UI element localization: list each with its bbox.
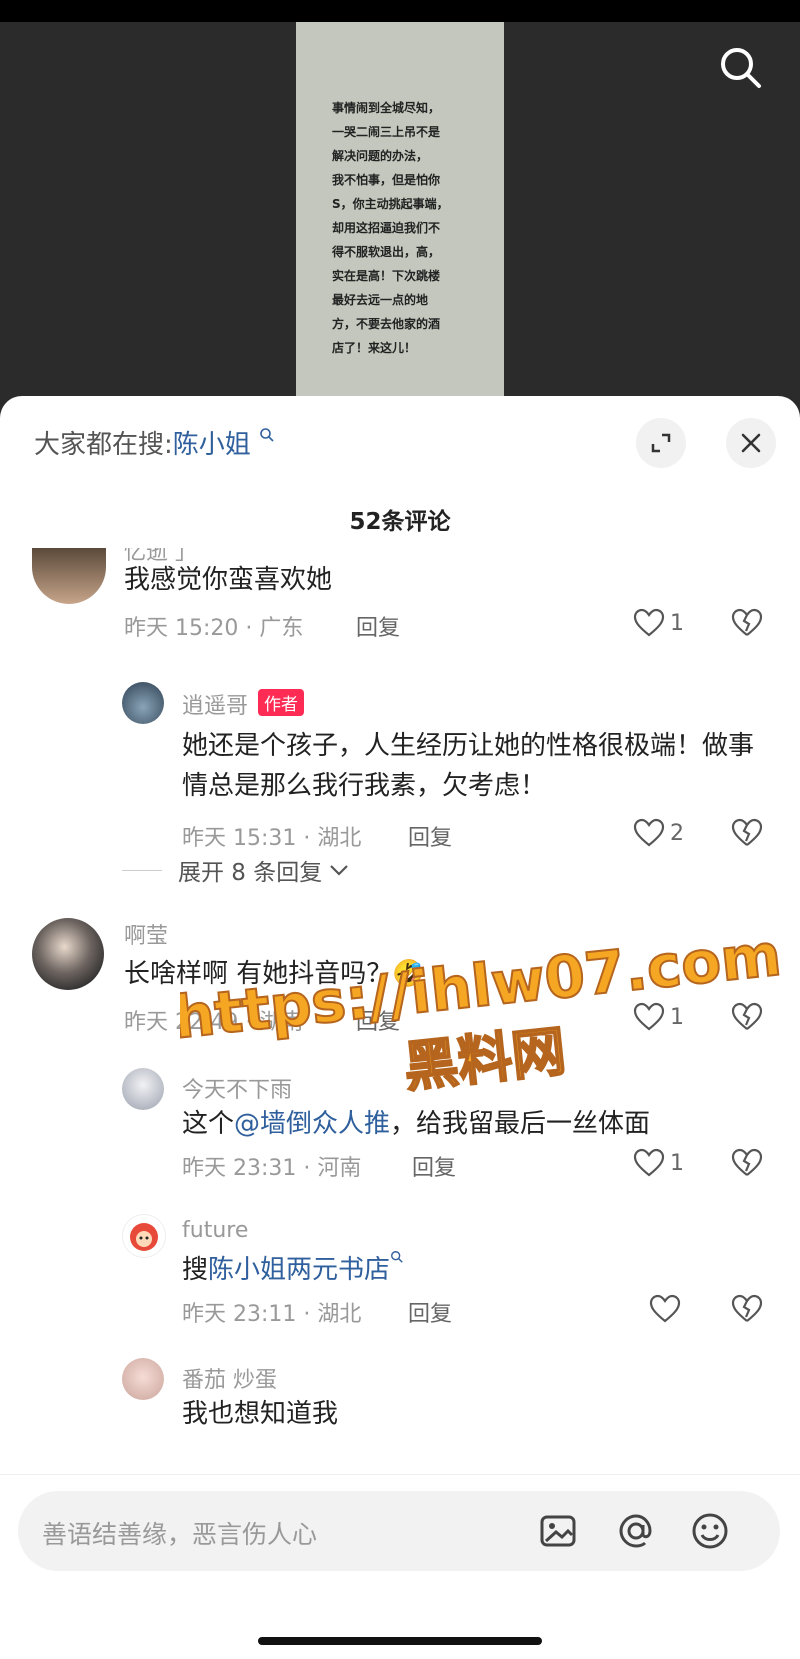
close-button[interactable] xyxy=(726,418,776,468)
avatar[interactable] xyxy=(32,918,104,990)
hot-search-prefix: 大家都在搜: xyxy=(34,430,173,460)
author-badge: 作者 xyxy=(258,689,305,716)
avatar[interactable] xyxy=(32,548,106,604)
search-small-icon xyxy=(260,428,274,442)
reply-text-prefix: 这个 xyxy=(182,1109,235,1139)
heart-icon[interactable] xyxy=(648,1294,682,1324)
expand-replies-button[interactable]: 展开 8 条回复 xyxy=(122,853,350,887)
reply-meta: 昨天 23:11 · 湖北 xyxy=(182,1302,362,1327)
image-icon[interactable] xyxy=(538,1511,578,1551)
hot-search-term[interactable]: 陈小姐 xyxy=(173,430,251,460)
video-overlay-text: 事情闹到全城尽知， 一哭二闹三上吊不是 解决问题的办法， 我不怕事，但是怕你 S… xyxy=(332,101,449,355)
avatar[interactable] xyxy=(122,682,164,724)
at-icon[interactable] xyxy=(616,1511,656,1551)
comment-input-bar: 善语结善缘，恶言伤人心 xyxy=(0,1474,800,1659)
divider xyxy=(122,869,162,871)
reply-text: 她还是个孩子，人生经历让她的性格很极端！做事情总是那么我行我素，欠考虑！ xyxy=(182,731,755,801)
broken-heart-icon[interactable] xyxy=(730,1294,764,1324)
reply-button[interactable]: 回复 xyxy=(408,1296,452,1328)
hot-search-bar[interactable]: 大家都在搜:陈小姐 xyxy=(34,424,275,461)
reply-username[interactable]: 番茄 炒蛋 xyxy=(182,1362,277,1394)
comment-username[interactable]: 啊莹 xyxy=(124,918,168,950)
search-link[interactable]: 陈小姐两元书店 xyxy=(208,1255,390,1285)
comment-input[interactable]: 善语结善缘，恶言伤人心 xyxy=(18,1491,780,1571)
reply-meta: 昨天 15:31 · 湖北 xyxy=(182,826,362,851)
reply-button[interactable]: 回复 xyxy=(408,820,452,852)
status-bar xyxy=(0,0,800,22)
like-button[interactable]: 1 xyxy=(632,1148,684,1178)
expand-icon xyxy=(651,433,671,453)
comment-input-placeholder: 善语结善缘，恶言伤人心 xyxy=(42,1520,318,1549)
reply-username[interactable]: 逍遥哥 作者 xyxy=(182,688,305,720)
broken-heart-icon[interactable] xyxy=(730,608,764,638)
expand-button[interactable] xyxy=(636,418,686,468)
like-button[interactable]: 1 xyxy=(632,608,684,638)
avatar[interactable] xyxy=(122,1358,164,1400)
cartoon-avatar-icon xyxy=(130,1223,158,1251)
reply-button[interactable]: 回复 xyxy=(412,1150,456,1182)
comment-meta: 昨天 15:20 · 广东 xyxy=(124,616,304,641)
reply-meta: 昨天 23:31 · 河南 xyxy=(182,1156,362,1181)
reply-username[interactable]: future xyxy=(182,1218,248,1243)
like-count: 1 xyxy=(670,1150,684,1176)
video-frame: 事情闹到全城尽知， 一哭二闹三上吊不是 解决问题的办法， 我不怕事，但是怕你 S… xyxy=(296,22,504,420)
comment-text: 我感觉你蛮喜欢她 xyxy=(124,565,333,595)
reply-button[interactable]: 回复 xyxy=(356,610,400,642)
search-small-icon xyxy=(391,1251,403,1263)
heart-icon xyxy=(633,1148,665,1177)
avatar[interactable] xyxy=(122,1068,164,1110)
search-icon[interactable] xyxy=(715,42,767,94)
heart-icon xyxy=(633,818,665,847)
mention-link[interactable]: @墙倒众人推 xyxy=(234,1109,390,1139)
reply-username-text: 逍遥哥 xyxy=(182,694,249,719)
home-indicator xyxy=(258,1637,542,1645)
video-player[interactable]: 事情闹到全城尽知， 一哭二闹三上吊不是 解决问题的办法， 我不怕事，但是怕你 S… xyxy=(0,0,800,420)
like-count: 2 xyxy=(670,820,684,846)
expand-replies-label: 展开 8 条回复 xyxy=(178,860,323,886)
comment-sheet: 大家都在搜:陈小姐 52条评论 忆逝 」 我感觉你蛮喜欢她 昨天 15:20 ·… xyxy=(0,396,800,1659)
reply-text-suffix: ，给我留最后一丝体面 xyxy=(390,1109,651,1139)
broken-heart-icon[interactable] xyxy=(730,1148,764,1178)
avatar[interactable] xyxy=(122,1214,166,1258)
close-icon xyxy=(741,433,761,453)
reply-text: 这个@墙倒众人推，给我留最后一丝体面 xyxy=(182,1104,762,1144)
comment-count: 52条评论 xyxy=(349,509,451,535)
watermark-label: 黑料网 xyxy=(401,1019,569,1098)
watermark: https://ihlw07.com 黑料网 xyxy=(180,928,780,1098)
chevron-down-icon xyxy=(330,865,349,876)
emoji-icon[interactable] xyxy=(690,1511,730,1551)
reply-text: 我也想知道我 xyxy=(182,1399,339,1429)
like-button[interactable]: 2 xyxy=(632,818,684,848)
like-count: 1 xyxy=(670,610,684,636)
heart-icon xyxy=(633,608,665,637)
reply-text: 搜陈小姐两元书店 xyxy=(182,1250,404,1290)
reply-text-prefix: 搜 xyxy=(182,1255,209,1285)
broken-heart-icon[interactable] xyxy=(730,818,764,848)
